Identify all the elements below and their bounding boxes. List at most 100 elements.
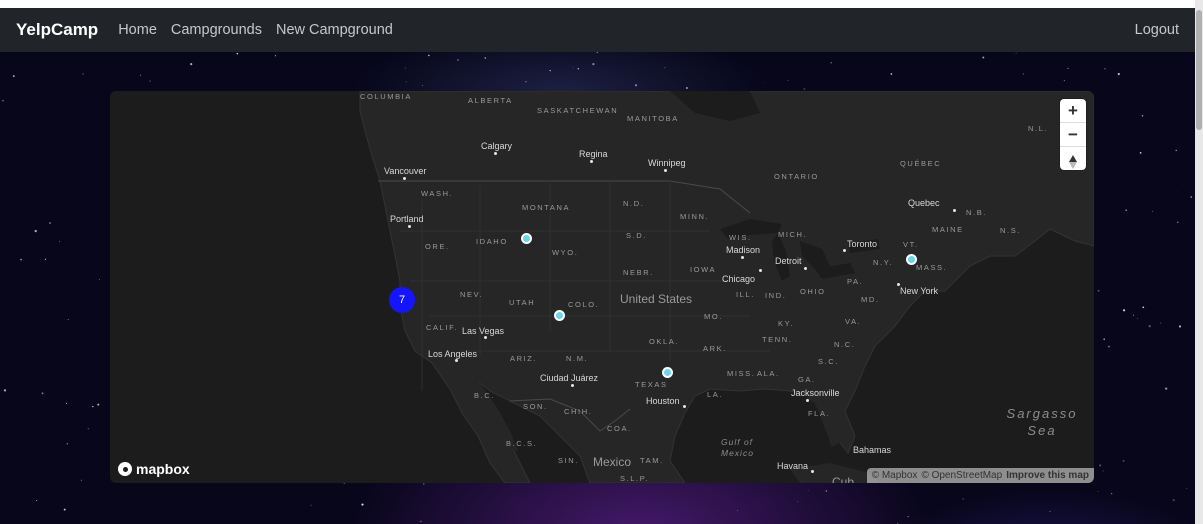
label-ontario: ONTARIO: [774, 172, 819, 181]
star: [1123, 309, 1126, 312]
label-wis: WIS.: [729, 233, 752, 242]
cluster-map[interactable]: COLUMBIA ALBERTA SASKATCHEWAN MANITOBA O…: [110, 91, 1094, 483]
star: [457, 59, 459, 61]
reset-bearing-button[interactable]: [1060, 147, 1086, 170]
zoom-out-button[interactable]: −: [1060, 123, 1086, 147]
label-pa: PA.: [847, 277, 864, 286]
star: [20, 258, 22, 261]
navigation-control: + −: [1060, 99, 1086, 170]
label-utah: UTAH: [509, 298, 536, 307]
scrollbar-thumb[interactable]: [1196, 10, 1202, 130]
star: [41, 392, 44, 395]
star: [797, 501, 798, 502]
star: [1141, 114, 1144, 117]
label-havana: Havana: [777, 461, 809, 471]
campground-marker-idaho[interactable]: [521, 233, 532, 244]
star: [1190, 196, 1192, 198]
star: [592, 62, 595, 66]
nav-logout-link[interactable]: Logout: [1135, 22, 1179, 38]
label-detroit: Detroit: [775, 256, 802, 266]
label-regina: Regina: [579, 149, 608, 159]
star: [1177, 191, 1179, 193]
page-scrollbar[interactable]: [1195, 0, 1203, 524]
label-mexico: Mexico: [593, 455, 632, 469]
label-sea: Sea: [1027, 423, 1057, 438]
nav-new-campground-link[interactable]: New Campground: [276, 22, 393, 38]
label-la: LA.: [707, 390, 724, 399]
star: [907, 515, 909, 518]
star: [1122, 459, 1125, 462]
label-manitoba: MANITOBA: [627, 114, 679, 123]
zoom-in-button[interactable]: +: [1060, 99, 1086, 123]
star: [1097, 491, 1099, 492]
label-mich: MICH.: [778, 230, 808, 239]
star: [1022, 73, 1025, 75]
label-sargasso-sea: Sargasso Sea: [1000, 405, 1084, 439]
star: [825, 490, 828, 492]
label-calgary: Calgary: [481, 141, 513, 151]
nav-campgrounds-link[interactable]: Campgrounds: [171, 22, 262, 38]
label-tenn: TENN.: [762, 335, 793, 344]
star: [1142, 306, 1145, 309]
label-madison: Madison: [726, 245, 761, 255]
window-top-strip: [0, 0, 1203, 8]
label-las-vegas: Las Vegas: [462, 326, 505, 336]
city-dot-chicago: [759, 269, 762, 272]
city-dot-detroit: [804, 267, 807, 270]
star: [139, 74, 141, 76]
star: [830, 62, 832, 64]
nav-home-link[interactable]: Home: [118, 22, 157, 38]
star: [1049, 510, 1051, 513]
star: [63, 508, 66, 511]
label-saskatchewan: SASKATCHEWAN: [537, 106, 619, 115]
star: [525, 81, 527, 83]
star: [807, 489, 809, 491]
label-ohio: OHIO: [800, 287, 826, 296]
star: [1099, 464, 1102, 467]
label-united-states: United States: [620, 292, 693, 306]
star: [190, 62, 193, 66]
mapbox-copyright-link[interactable]: © Mapbox: [872, 470, 918, 481]
city-dot-new-york: [897, 283, 900, 286]
osm-copyright-link[interactable]: © OpenStreetMap: [921, 470, 1002, 481]
cluster-marker-california[interactable]: 7: [389, 287, 415, 313]
city-dot-winnipeg: [664, 169, 667, 172]
improve-map-link[interactable]: Improve this map: [1006, 470, 1089, 481]
star: [80, 479, 82, 481]
mapbox-mark-icon: [118, 462, 132, 476]
star: [1148, 325, 1151, 328]
star: [423, 483, 425, 485]
star: [962, 498, 964, 500]
label-vt: VT.: [903, 240, 919, 249]
star: [98, 278, 100, 280]
star: [787, 79, 789, 81]
star: [1063, 80, 1065, 82]
mapbox-logo[interactable]: mapbox: [118, 461, 190, 477]
label-ny: N.Y.: [873, 258, 894, 267]
label-idaho: IDAHO: [476, 237, 508, 246]
label-nebr: NEBR.: [623, 268, 654, 277]
label-iowa: IOWA: [690, 265, 717, 274]
star: [1152, 210, 1154, 212]
star: [404, 67, 406, 69]
label-ariz: ARIZ.: [510, 354, 538, 363]
brand-logo[interactable]: YelpCamp: [16, 20, 98, 40]
campground-marker-texas[interactable]: [662, 367, 673, 378]
campground-marker-massachusetts[interactable]: [906, 254, 917, 265]
campground-marker-colorado[interactable]: [554, 310, 565, 321]
star: [572, 66, 574, 68]
label-gulf-of: Gulf of: [721, 437, 754, 447]
label-jacksonville: Jacksonville: [791, 388, 840, 398]
navbar: YelpCamp Home Campgrounds New Campground…: [0, 8, 1195, 52]
star: [1067, 67, 1069, 70]
star: [310, 504, 312, 506]
label-nd: N.D.: [623, 199, 645, 208]
star: [1104, 68, 1106, 70]
label-md: MD.: [861, 295, 880, 304]
label-fla: FLA.: [808, 409, 831, 418]
label-ky: KY.: [778, 319, 794, 328]
star: [1107, 345, 1110, 348]
city-dot-jacksonville: [806, 399, 809, 402]
star: [1175, 149, 1177, 152]
label-sc: S.C.: [818, 357, 839, 366]
